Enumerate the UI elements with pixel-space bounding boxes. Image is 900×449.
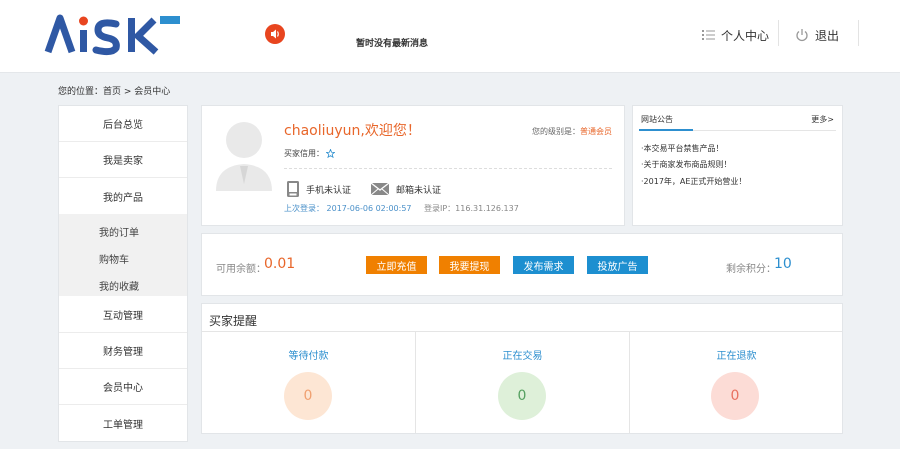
balance-panel: 可用余额： 0.01 立即充值 我要提现 发布需求 投放广告 剩余积分： 10 [201,233,843,296]
phone-verify-label: 手机未认证 [306,185,352,196]
user-center-link[interactable]: 个人中心 [702,26,769,44]
login-ip: 登录IP：116.31.126.137 [424,204,519,213]
sidebar-sub-favorites[interactable]: 我的收藏 [99,278,139,293]
awaiting-payment-count[interactable]: 0 [284,372,332,420]
announcement-item[interactable]: ·关于商家发布商品规则！ [641,159,732,170]
buyer-credit: 买家信用： [284,148,335,159]
sidebar-item-products[interactable]: 我的产品 [59,178,187,214]
points-label: 剩余积分： [726,264,776,275]
post-demand-button[interactable]: 发布需求 [513,256,574,274]
sidebar-item-member[interactable]: 会员中心 [59,369,187,405]
announcement-item[interactable]: ·2017年，AE正式开始营业！ [641,176,746,187]
mail-icon [370,182,390,196]
profile-panel: chaoliuyun,欢迎您！ 您的级别是：普通会员 买家信用： 手机未认证 邮… [201,105,625,226]
recharge-button[interactable]: 立即充值 [366,256,427,274]
announcement-panel: 网站公告 更多> ·本交易平台禁售产品！ ·关于商家发布商品规则！ ·2017年… [632,105,843,226]
email-verify[interactable]: 邮箱未认证 [370,179,441,199]
logout-link[interactable]: 退出 [795,26,839,44]
sidebar-item-interaction[interactable]: 互动管理 [59,297,187,333]
user-center-label: 个人中心 [721,28,770,43]
profile-divider [284,168,612,169]
reminders-divider [202,331,842,332]
announcement-tab-underline [639,129,693,131]
power-icon [796,29,808,42]
in-trade-count[interactable]: 0 [498,372,546,420]
refunding-count[interactable]: 0 [711,372,759,420]
member-level-value[interactable]: 普通会员 [580,127,612,136]
list-icon [702,30,715,40]
logout-label: 退出 [815,28,840,43]
email-verify-label: 邮箱未认证 [396,185,442,196]
awaiting-payment-label[interactable]: 等待付款 [202,347,415,362]
star-icon [326,149,335,158]
avatar-icon [216,122,272,191]
breadcrumb: 您的位置：首页 > 会员中心 [58,87,171,97]
refunding-label[interactable]: 正在退款 [630,347,843,362]
in-trade-label[interactable]: 正在交易 [416,347,629,362]
sidebar-sub-cart[interactable]: 购物车 [99,251,129,266]
notice-text: 暂时没有最新消息 [356,39,429,49]
points-value: 10 [774,256,792,272]
phone-icon [287,181,299,197]
header-divider-right [858,20,859,46]
sidebar-item-overview[interactable]: 后台总览 [59,106,187,142]
sidebar-submenu: 我的订单 购物车 我的收藏 [59,214,187,296]
header: 暂时没有最新消息 个人中心 退出 [0,0,900,73]
buyer-credit-label: 买家信用： [284,149,324,158]
member-level: 您的级别是：普通会员 [532,126,612,137]
sidebar-item-tickets[interactable]: 工单管理 [59,405,187,441]
balance-label: 可用余额： [216,264,266,275]
last-login: 上次登录： 2017-06-06 02:00:57 [284,204,412,213]
member-level-label: 您的级别是： [532,127,580,136]
announcement-item[interactable]: ·本交易平台禁售产品！ [641,143,724,154]
balance-value: 0.01 [264,256,296,272]
sidebar: 后台总览 我是卖家 我的产品 我的订单 购物车 我的收藏 互动管理 财务管理 会… [58,105,188,442]
sidebar-item-finance[interactable]: 财务管理 [59,333,187,369]
reminders-title: 买家提醒 [209,314,258,328]
withdraw-button[interactable]: 我要提现 [439,256,500,274]
aisk-logo[interactable] [42,12,190,56]
phone-verify[interactable]: 手机未认证 [286,179,351,199]
speaker-icon [265,24,285,44]
sidebar-sub-orders[interactable]: 我的订单 [99,224,139,239]
announcement-title: 网站公告 [641,115,673,124]
sidebar-item-seller[interactable]: 我是卖家 [59,142,187,178]
header-divider [778,20,779,46]
welcome-text: chaoliuyun,欢迎您！ [284,123,421,139]
announcement-more-link[interactable]: 更多> [811,114,834,125]
place-ad-button[interactable]: 投放广告 [587,256,648,274]
buyer-reminders-panel: 买家提醒 等待付款 0 正在交易 0 正在退款 0 [201,303,843,434]
